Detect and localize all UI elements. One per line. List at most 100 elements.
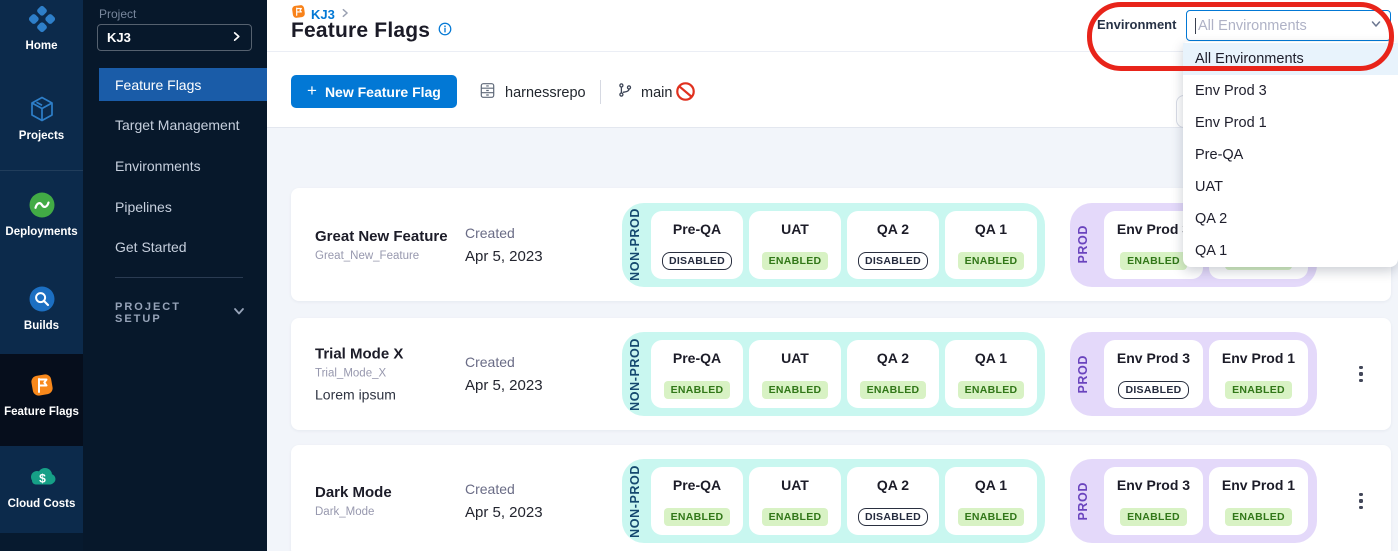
rail-item-label: Deployments <box>5 226 77 238</box>
sidebar-item-target-management[interactable]: Target Management <box>99 108 267 141</box>
env-option-env-prod-3[interactable]: Env Prod 3 <box>1183 75 1398 107</box>
environment-select-value: All Environments <box>1198 18 1370 34</box>
env-card-env-prod-1[interactable]: Env Prod 1 ENABLED <box>1209 467 1308 535</box>
env-state-badge: ENABLED <box>958 252 1025 270</box>
nonprod-zone-label: NON-PROD <box>628 208 649 281</box>
env-option-uat[interactable]: UAT <box>1183 171 1398 203</box>
env-card-pre-qa[interactable]: Pre-QAENABLED <box>651 340 743 408</box>
sidebar-item-environments[interactable]: Environments <box>99 149 267 182</box>
env-state-badge: ENABLED <box>1225 508 1292 526</box>
env-option-all-environments[interactable]: All Environments <box>1183 43 1398 75</box>
created-date: Apr 5, 2023 <box>465 504 585 521</box>
env-card-uat[interactable]: UAT ENABLED <box>749 340 841 408</box>
home-icon <box>27 4 57 34</box>
prod-zone-label: PROD <box>1076 355 1102 394</box>
flag-row-trial-mode-x[interactable]: Trial Mode XTrial_Mode_XLorem ipsumCreat… <box>291 318 1391 430</box>
env-card-uat[interactable]: UATENABLED <box>749 211 841 279</box>
flag-identifier: Trial_Mode_X <box>315 368 463 380</box>
environment-dropdown: All EnvironmentsEnv Prod 3Env Prod 1Pre-… <box>1183 42 1398 267</box>
project-setup-toggle[interactable]: PROJECT SETUP <box>115 301 245 325</box>
feature-flags-icon <box>26 370 58 400</box>
rail-separator <box>0 170 83 171</box>
prod-zone: PRODEnv Prod 3ENABLED Env Prod 1 ENABLED <box>1070 459 1317 543</box>
flag-info: Great New Feature Great_New_Feature <box>315 228 463 262</box>
chevron-right-icon <box>231 29 242 47</box>
created-date: Apr 5, 2023 <box>465 377 585 394</box>
flag-info: Trial Mode XTrial_Mode_XLorem ipsum <box>315 346 463 403</box>
page-title: Feature Flags <box>291 19 430 43</box>
env-option-pre-qa[interactable]: Pre-QA <box>1183 139 1398 171</box>
project-selector[interactable]: KJ3 <box>97 24 252 51</box>
env-card-pre-qa[interactable]: Pre-QAENABLED <box>651 467 743 535</box>
flag-identifier: Great_New_Feature <box>315 250 463 262</box>
env-option-qa-2[interactable]: QA 2 <box>1183 203 1398 235</box>
env-card-qa-1[interactable]: QA 1ENABLED <box>945 211 1037 279</box>
env-card-uat[interactable]: UATENABLED <box>749 467 841 535</box>
env-name: UAT <box>781 350 809 366</box>
env-card-qa-2[interactable]: QA 2DISABLED <box>847 211 939 279</box>
rail-item-feature-flags[interactable]: Feature Flags <box>0 354 83 446</box>
nonprod-zone-label: NON-PROD <box>628 338 649 411</box>
env-option-env-prod-1[interactable]: Env Prod 1 <box>1183 107 1398 139</box>
row-menu-button[interactable] <box>1352 362 1370 386</box>
sidebar-item-get-started[interactable]: Get Started <box>99 230 267 263</box>
environment-select[interactable]: All Environments <box>1186 10 1391 41</box>
flag-row-dark-mode[interactable]: Dark ModeDark_ModeCreatedApr 5, 2023NON-… <box>291 445 1391 551</box>
project-setup-label: PROJECT SETUP <box>115 301 219 325</box>
sidebar-item-pipelines[interactable]: Pipelines <box>99 190 267 223</box>
rail-item-label: Builds <box>24 320 59 332</box>
env-name: Env Prod 3 <box>1117 221 1190 237</box>
env-state-badge: ENABLED <box>958 381 1025 399</box>
env-state-badge: DISABLED <box>858 508 928 526</box>
env-card-env-prod-1[interactable]: Env Prod 1 ENABLED <box>1209 340 1308 408</box>
env-state-badge: ENABLED <box>762 252 829 270</box>
rail-item-deployments[interactable]: Deployments <box>0 190 83 238</box>
env-name: Env Prod 1 <box>1222 477 1295 493</box>
env-state-badge: ENABLED <box>1120 252 1187 270</box>
flag-identifier: Dark_Mode <box>315 506 463 518</box>
env-name: QA 2 <box>877 221 909 237</box>
prod-zone-label: PROD <box>1076 482 1102 521</box>
info-icon[interactable] <box>438 22 452 41</box>
env-name: Env Prod 1 <box>1222 350 1295 366</box>
env-state-badge: ENABLED <box>958 508 1025 526</box>
rail-item-projects[interactable]: Projects <box>0 94 83 142</box>
new-feature-flag-button[interactable]: + New Feature Flag <box>291 75 457 108</box>
env-state-badge: ENABLED <box>762 381 829 399</box>
env-name: QA 1 <box>975 477 1007 493</box>
branch-name: main <box>641 85 672 101</box>
prod-zone-label: PROD <box>1076 225 1102 264</box>
sidebar-divider <box>115 277 243 278</box>
rail-item-label: Home <box>26 40 58 52</box>
branch-selector[interactable]: main <box>617 82 672 103</box>
builds-icon <box>26 284 58 314</box>
repository-icon <box>479 82 496 104</box>
env-option-qa-1[interactable]: QA 1 <box>1183 235 1398 267</box>
feature-flags-page: Home Projects Deployments Builds Feature Fla… <box>0 0 1398 551</box>
env-card-pre-qa[interactable]: Pre-QADISABLED <box>651 211 743 279</box>
created-label: Created <box>465 481 585 497</box>
env-card-qa-1[interactable]: QA 1 ENABLED <box>945 340 1037 408</box>
repo-selector[interactable]: harnessrepo <box>479 82 586 104</box>
rail-item-home[interactable]: Home <box>0 4 83 52</box>
created-label: Created <box>465 225 585 241</box>
env-state-badge: ENABLED <box>1225 381 1292 399</box>
toolbar-divider <box>600 80 601 104</box>
env-card-env-prod-3[interactable]: Env Prod 3ENABLED <box>1104 467 1203 535</box>
nonprod-zone: NON-PRODPre-QAENABLED UAT ENABLED QA 2ENABL… <box>622 332 1045 416</box>
rail-item-builds[interactable]: Builds <box>0 284 83 332</box>
env-name: UAT <box>781 477 809 493</box>
env-card-qa-1[interactable]: QA 1 ENABLED <box>945 467 1037 535</box>
env-card-qa-2[interactable]: QA 2DISABLED <box>847 467 939 535</box>
env-name: Env Prod 3 <box>1117 477 1190 493</box>
env-name: QA 1 <box>975 350 1007 366</box>
row-menu-button[interactable] <box>1352 489 1370 513</box>
env-card-qa-2[interactable]: QA 2ENABLED <box>847 340 939 408</box>
sidebar-item-feature-flags[interactable]: Feature Flags <box>99 68 267 101</box>
rail-item-label: Feature Flags <box>4 406 79 418</box>
env-card-env-prod-3[interactable]: Env Prod 3DISABLED <box>1104 340 1203 408</box>
module-rail: Home Projects Deployments Builds Feature Fla… <box>0 0 83 551</box>
rail-item-cloud-costs[interactable]: $Cloud Costs <box>0 446 83 538</box>
flag-name: Great New Feature <box>315 228 463 245</box>
environment-filter-label: Environment <box>1097 17 1181 32</box>
